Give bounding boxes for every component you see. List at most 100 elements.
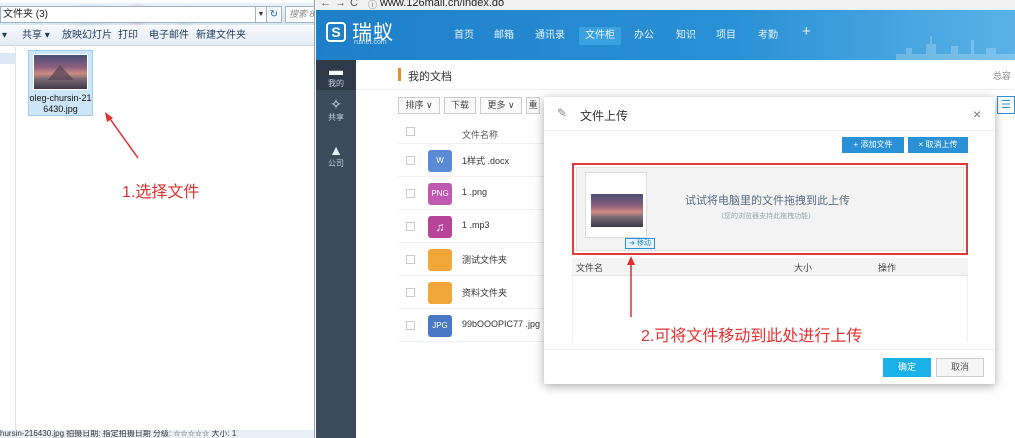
nav-office[interactable]: 办公 bbox=[634, 29, 654, 47]
add-file-button[interactable]: + 添加文件 bbox=[842, 137, 904, 153]
cancel-button[interactable]: 取消 bbox=[936, 358, 984, 377]
column-header-size: 大小 bbox=[794, 263, 813, 273]
rail-label: 我的 bbox=[328, 79, 344, 88]
column-header-name: 文件名 bbox=[576, 263, 604, 273]
column-header-name: 文件名称 bbox=[462, 130, 499, 140]
more-button[interactable]: 更多 ∨ bbox=[480, 97, 522, 114]
rail-label: 公司 bbox=[328, 159, 344, 168]
skyline-decoration-icon bbox=[896, 36, 1015, 60]
dialog-header: ✎ 文件上传 × bbox=[544, 97, 995, 131]
move-tag: ➜ 移动 bbox=[625, 238, 655, 249]
company-icon: ▲ bbox=[329, 142, 343, 158]
word-file-icon: W bbox=[428, 150, 452, 172]
nav-projects[interactable]: 项目 bbox=[716, 29, 736, 47]
slideshow-button[interactable]: 放映幻灯片 bbox=[62, 29, 112, 43]
nav-home[interactable]: 首页 bbox=[454, 29, 474, 47]
page-title: 我的文档 bbox=[408, 71, 452, 83]
rail-label: 共享 bbox=[328, 113, 344, 122]
download-button[interactable]: 下载 bbox=[444, 97, 476, 114]
file-name[interactable]: 1样式 .docx bbox=[462, 154, 509, 167]
annotation-step2: 2.可将文件移动到此处进行上传 bbox=[641, 328, 863, 345]
row-checkbox[interactable] bbox=[406, 255, 415, 264]
new-folder-button[interactable]: 新建文件夹 bbox=[196, 29, 246, 43]
nav-knowledge[interactable]: 知识 bbox=[676, 29, 696, 47]
file-name[interactable]: 资料文件夹 bbox=[462, 286, 507, 299]
nav-contacts[interactable]: 通讯录 bbox=[535, 29, 565, 47]
select-all-checkbox[interactable] bbox=[406, 127, 415, 136]
list-view-icon[interactable]: ☰ bbox=[997, 96, 1015, 114]
extra-button[interactable]: 重 bbox=[526, 97, 540, 114]
nav-file-cabinet[interactable]: 文件柜 bbox=[579, 27, 621, 45]
drop-hint: 试试将电脑里的文件拖拽到此上传 bbox=[685, 195, 850, 207]
column-header-action: 操作 bbox=[878, 263, 897, 273]
explorer-toolbar: ▾ 共享 ▾ 放映幻灯片 打印 电子邮件 新建文件夹 bbox=[0, 26, 314, 46]
close-icon[interactable]: × bbox=[973, 106, 981, 122]
browser-address-bar: ← → C ⓘ www.126mail.cn/index.do bbox=[316, 0, 1015, 10]
row-checkbox[interactable] bbox=[406, 288, 415, 297]
file-name-label: oleg-chursin-21 6430.jpg bbox=[29, 93, 92, 115]
rail-item-share[interactable]: ✧ 共享 bbox=[316, 96, 356, 123]
logo-icon: S bbox=[326, 22, 346, 42]
file-name[interactable]: 1 .mp3 bbox=[462, 220, 490, 230]
file-name[interactable]: 测试文件夹 bbox=[462, 253, 507, 266]
explorer-nav-pane[interactable] bbox=[0, 47, 16, 430]
nav-selected-item[interactable] bbox=[0, 53, 16, 64]
jpg-file-icon: JPG bbox=[428, 315, 452, 337]
drop-zone-inner[interactable]: ➜ 移动 试试将电脑里的文件拖拽到此上传 （您的浏览器支持此拖拽功能） bbox=[576, 167, 964, 251]
music-file-icon: ♫ bbox=[428, 216, 452, 238]
image-file-item[interactable]: oleg-chursin-21 6430.jpg bbox=[28, 50, 93, 116]
file-name-line: oleg-chursin-21 bbox=[29, 93, 92, 103]
dialog-title: 文件上传 bbox=[580, 109, 629, 123]
share-menu[interactable]: 共享 ▾ bbox=[22, 29, 50, 43]
row-checkbox[interactable] bbox=[406, 321, 415, 330]
row-checkbox[interactable] bbox=[406, 222, 415, 231]
organize-menu[interactable]: ▾ bbox=[2, 29, 7, 43]
folder-icon: ▬ bbox=[329, 62, 343, 78]
explorer-content: oleg-chursin-21 6430.jpg bbox=[0, 47, 314, 430]
nav-add-icon[interactable]: + bbox=[802, 24, 811, 43]
sort-button[interactable]: 排序 ∨ bbox=[398, 97, 440, 114]
dragged-image-thumbnail bbox=[591, 194, 643, 227]
app-header: S 瑞蚁 ruinet.com 首页 邮箱 通讯录 文件柜 办公 知识 项目 考… bbox=[316, 10, 1015, 60]
rail-item-company[interactable]: ▲ 公司 bbox=[316, 142, 356, 169]
chevron-down-icon[interactable]: ▼ bbox=[256, 6, 267, 23]
refresh-icon[interactable]: ↻ bbox=[267, 6, 282, 23]
cancel-upload-button[interactable]: × 取消上传 bbox=[908, 137, 968, 153]
folder-icon bbox=[428, 249, 452, 271]
image-thumbnail bbox=[33, 54, 88, 90]
edit-icon: ✎ bbox=[557, 106, 568, 120]
file-name[interactable]: 99bOOOPIC77 .jpg bbox=[462, 319, 540, 329]
row-checkbox[interactable] bbox=[406, 189, 415, 198]
print-button[interactable]: 打印 bbox=[118, 29, 138, 43]
dialog-footer: 确定 取消 bbox=[544, 349, 995, 384]
forward-arrow-icon[interactable]: → bbox=[335, 0, 346, 9]
annotation-step1: 1.选择文件 bbox=[122, 184, 200, 201]
share-icon: ✧ bbox=[330, 96, 342, 112]
explorer-search-input[interactable]: 搜索 8 bbox=[285, 6, 314, 23]
back-arrow-icon[interactable]: ← bbox=[320, 0, 331, 9]
file-name-line: 6430.jpg bbox=[43, 104, 78, 114]
file-explorer-window: 文件夹 (3) ▼ ↻ 搜索 8 ▾ 共享 ▾ 放映幻灯片 打印 电子邮件 新建… bbox=[0, 0, 315, 438]
confirm-button[interactable]: 确定 bbox=[883, 358, 931, 377]
annotation-arrow-icon bbox=[627, 256, 635, 317]
explorer-status-bar: hursin-216430.jpg 拍摄日期: 指定拍摄日期 分级: ☆☆☆☆☆… bbox=[0, 430, 314, 438]
explorer-path-field[interactable]: 文件夹 (3) bbox=[0, 6, 256, 23]
png-file-icon: PNG bbox=[428, 183, 452, 205]
dragged-file-card[interactable] bbox=[585, 172, 647, 238]
nav-mail[interactable]: 邮箱 bbox=[494, 29, 514, 47]
reload-icon[interactable]: C bbox=[350, 0, 358, 9]
drop-zone[interactable]: ➜ 移动 试试将电脑里的文件拖拽到此上传 （您的浏览器支持此拖拽功能） bbox=[572, 163, 968, 255]
title-accent-mark bbox=[398, 68, 401, 81]
file-name[interactable]: 1 .png bbox=[462, 187, 487, 197]
page-title-bar: 我的文档 总容 bbox=[356, 60, 1015, 90]
drop-subhint: （您的浏览器支持此拖拽功能） bbox=[717, 213, 815, 220]
folder-icon bbox=[428, 282, 452, 304]
row-checkbox[interactable] bbox=[406, 156, 415, 165]
rail-item-my[interactable]: ▬ 我的 bbox=[316, 60, 356, 90]
nav-attendance[interactable]: 考勤 bbox=[758, 29, 778, 47]
logo-subtitle: ruinet.com bbox=[354, 39, 387, 46]
annotation-arrow-icon bbox=[105, 112, 139, 159]
storage-total-label: 总容 bbox=[992, 71, 1011, 81]
url-field[interactable]: www.126mail.cn/index.do bbox=[380, 0, 504, 9]
email-button[interactable]: 电子邮件 bbox=[149, 29, 189, 43]
